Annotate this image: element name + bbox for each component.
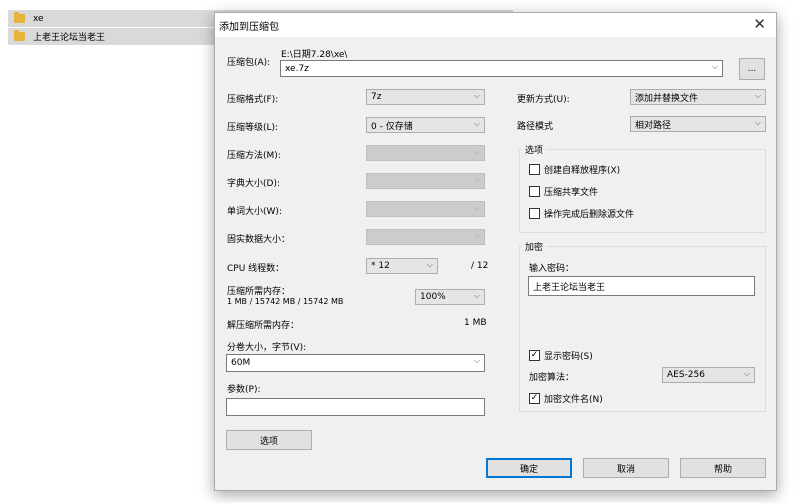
password-label: 输入密码： <box>529 264 575 274</box>
encrypt-names-label: 加密文件名(N) <box>544 395 603 405</box>
encrypt-names-checkbox[interactable]: ✓ <box>529 393 540 404</box>
show-password-row[interactable]: ✓ 显示密码(S) <box>529 349 593 362</box>
encryption-method-label: 加密算法： <box>529 373 575 383</box>
level-value: 0 - 仅存储 <box>371 121 413 132</box>
add-to-archive-dialog: 添加到压缩包 ✕ 压缩包(A): E:\日期7.28\xe\ xe.7z ⌵ .… <box>214 12 777 491</box>
explorer-item-label: xe <box>33 13 44 24</box>
explorer-item-label: 上老王论坛当老王 <box>33 33 106 43</box>
word-label: 单词大小(W): <box>227 207 282 217</box>
encryption-group-title: 加密 <box>522 240 547 253</box>
level-select[interactable]: 0 - 仅存储 ⌵ <box>366 117 485 133</box>
sfx-checkbox[interactable] <box>529 164 540 175</box>
mem-comp-detail: 1 MB / 15742 MB / 15742 MB <box>227 297 344 306</box>
path-mode-value: 相对路径 <box>635 120 672 131</box>
options-button[interactable]: 选项 <box>226 430 312 450</box>
path-mode-select[interactable]: 相对路径 ⌵ <box>630 116 766 132</box>
encryption-method-select[interactable]: AES-256 ⌵ <box>662 367 755 383</box>
chevron-down-icon: ⌵ <box>473 231 480 240</box>
mem-decomp-value: 1 MB <box>464 318 487 328</box>
path-mode-label: 路径模式 <box>517 122 554 132</box>
chevron-down-icon: ⌵ <box>426 260 433 269</box>
format-select[interactable]: 7z ⌵ <box>366 89 485 105</box>
encryption-method-value: AES-256 <box>667 370 705 380</box>
params-label: 参数(P): <box>227 385 261 395</box>
chevron-down-icon: ⌵ <box>711 62 718 71</box>
format-label: 压缩格式(F): <box>227 95 279 105</box>
update-mode-label: 更新方式(U): <box>517 95 570 105</box>
split-size-combo[interactable]: 60M ⌵ <box>226 354 485 372</box>
ok-button[interactable]: 确定 <box>486 458 572 478</box>
update-mode-select[interactable]: 添加并替换文件 ⌵ <box>630 89 766 105</box>
threads-value: * 12 <box>371 261 390 271</box>
chevron-down-icon: ⌵ <box>473 203 480 212</box>
word-select: ⌵ <box>366 201 485 217</box>
dialog-titlebar: 添加到压缩包 ✕ <box>215 13 776 37</box>
sfx-checkbox-row[interactable]: 创建自释放程序(X) <box>529 163 620 176</box>
method-select: ⌵ <box>366 145 485 161</box>
browse-button[interactable]: ... <box>739 58 765 80</box>
format-value: 7z <box>371 92 382 102</box>
solid-label: 固实数据大小： <box>227 235 291 245</box>
chevron-down-icon: ⌵ <box>473 175 480 184</box>
sfx-label: 创建自释放程序(X) <box>544 166 621 176</box>
dict-label: 字典大小(D): <box>227 179 280 189</box>
mem-decomp-label: 解压缩所需内存： <box>227 321 300 331</box>
chevron-down-icon: ⌵ <box>473 356 480 365</box>
chevron-down-icon: ⌵ <box>743 369 750 378</box>
archive-name-value: xe.7z <box>285 63 309 74</box>
shared-label: 压缩共享文件 <box>544 188 599 198</box>
cancel-button[interactable]: 取消 <box>583 458 669 478</box>
close-icon[interactable]: ✕ <box>753 16 766 32</box>
password-input[interactable]: 上老王论坛当老王 <box>528 276 755 296</box>
show-password-label: 显示密码(S) <box>544 352 593 362</box>
chevron-down-icon: ⌵ <box>473 291 480 300</box>
encrypt-names-row[interactable]: ✓ 加密文件名(N) <box>529 392 603 405</box>
options-group-title: 选项 <box>522 143 547 156</box>
mem-usage-select[interactable]: 100% ⌵ <box>415 289 485 305</box>
folder-icon <box>14 12 25 23</box>
chevron-down-icon: ⌵ <box>473 91 480 100</box>
threads-max: / 12 <box>471 261 489 271</box>
shared-checkbox-row[interactable]: 压缩共享文件 <box>529 185 598 198</box>
delete-checkbox-row[interactable]: 操作完成后删除源文件 <box>529 207 634 220</box>
update-mode-value: 添加并替换文件 <box>635 93 699 104</box>
chevron-down-icon: ⌵ <box>473 119 480 128</box>
archive-label: 压缩包(A): <box>227 58 271 68</box>
folder-icon <box>14 30 25 41</box>
chevron-down-icon: ⌵ <box>754 118 761 127</box>
split-label: 分卷大小，字节(V): <box>227 343 307 353</box>
chevron-down-icon: ⌵ <box>473 147 480 156</box>
params-input[interactable] <box>226 398 485 416</box>
chevron-down-icon: ⌵ <box>754 91 761 100</box>
show-password-checkbox[interactable]: ✓ <box>529 350 540 361</box>
mem-usage-value: 100% <box>420 292 446 302</box>
level-label: 压缩等级(L): <box>227 123 279 133</box>
dialog-title: 添加到压缩包 <box>219 21 279 33</box>
delete-checkbox[interactable] <box>529 208 540 219</box>
split-size-value: 60M <box>231 358 251 368</box>
archive-path: E:\日期7.28\xe\ <box>281 50 348 60</box>
dict-select: ⌵ <box>366 173 485 189</box>
shared-checkbox[interactable] <box>529 186 540 197</box>
threads-label: CPU 线程数： <box>227 264 285 274</box>
help-button[interactable]: 帮助 <box>680 458 766 478</box>
delete-label: 操作完成后删除源文件 <box>544 210 635 220</box>
threads-select[interactable]: * 12 ⌵ <box>366 258 438 274</box>
archive-name-combo[interactable]: xe.7z ⌵ <box>280 60 723 77</box>
solid-select: ⌵ <box>366 229 485 245</box>
mem-comp-label: 压缩所需内存： <box>227 287 291 297</box>
method-label: 压缩方法(M): <box>227 151 281 161</box>
